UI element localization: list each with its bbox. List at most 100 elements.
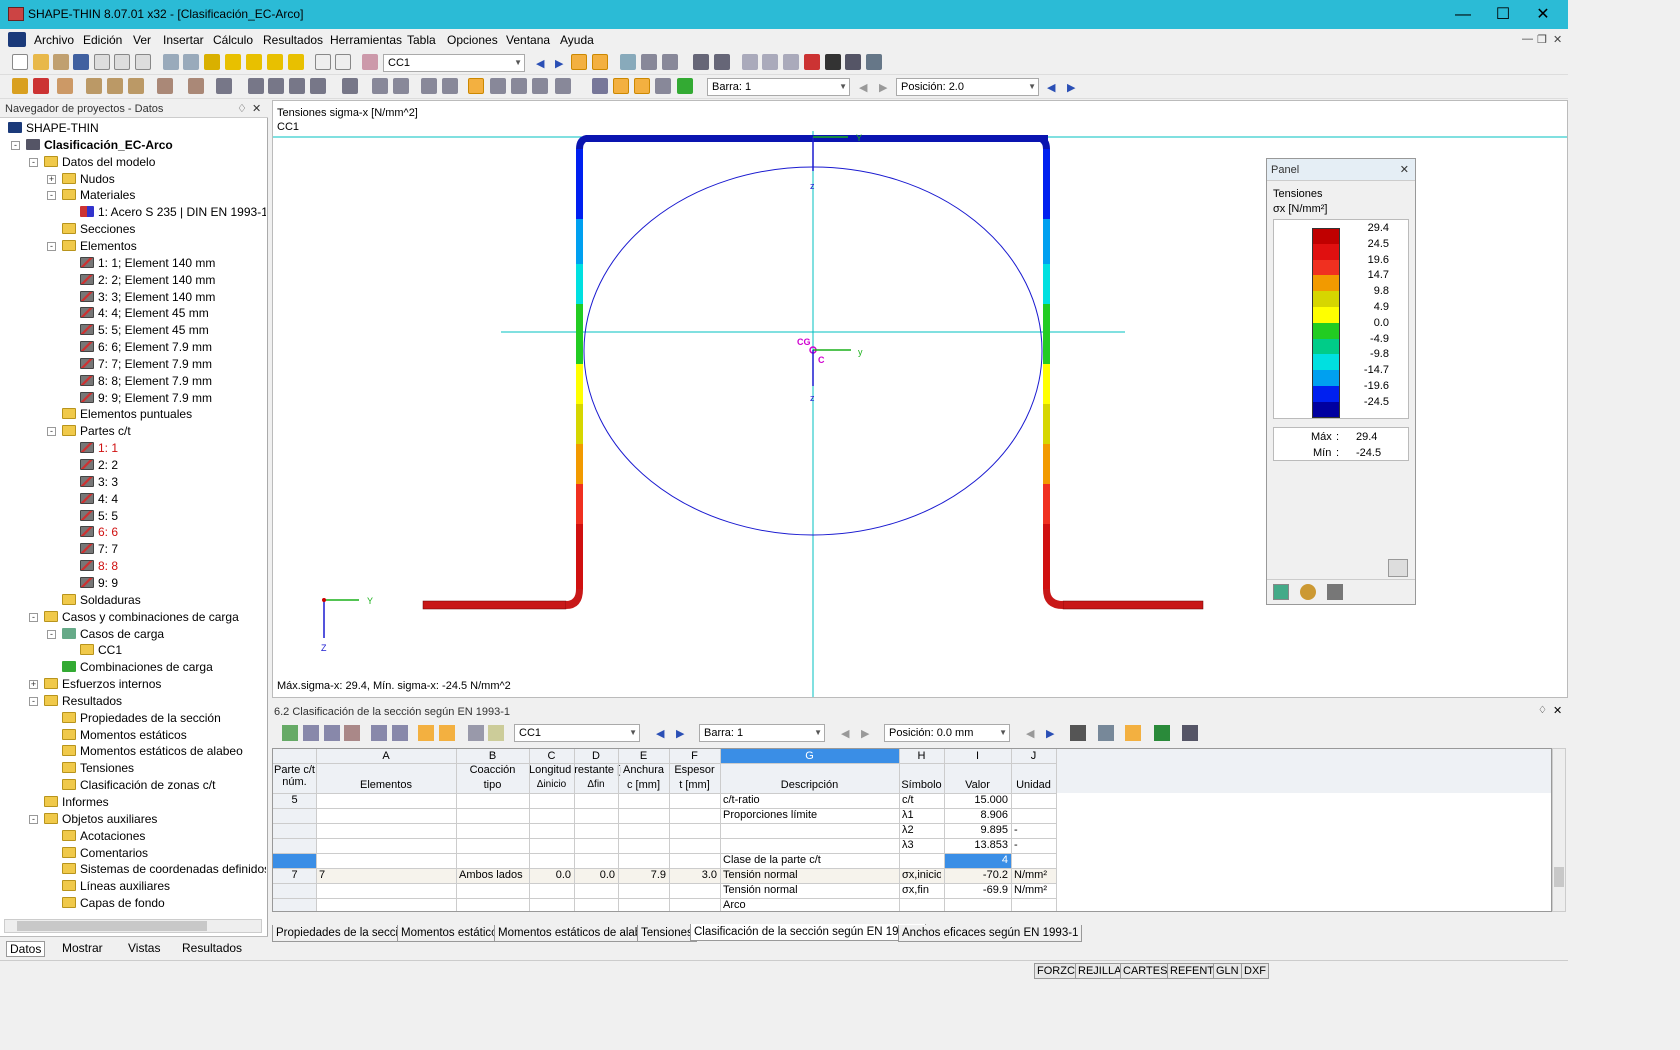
tree-item[interactable]: 2: 2; Element 140 mm: [80, 272, 215, 289]
table-cell[interactable]: Proporciones límite: [723, 809, 896, 821]
expand-toggle-icon[interactable]: -: [47, 191, 56, 201]
tab-datos[interactable]: Datos: [6, 941, 46, 957]
table-cell[interactable]: 15.000: [947, 794, 1008, 806]
table-tab[interactable]: Tensiones: [637, 925, 697, 942]
table-cell[interactable]: 0.0: [577, 869, 615, 881]
table-prev-bar-icon[interactable]: ◀: [841, 727, 849, 740]
table-cell[interactable]: Clase de la parte c/t: [723, 854, 896, 866]
print-graphic-icon[interactable]: [114, 54, 130, 70]
excel-icon[interactable]: [1154, 725, 1170, 741]
tree-item[interactable]: Secciones: [62, 221, 135, 238]
table-next-pos-icon[interactable]: ▶: [1046, 727, 1054, 740]
tree-item[interactable]: 7: 7: [80, 541, 118, 558]
table-tool-5-icon[interactable]: [371, 725, 387, 741]
expand-toggle-icon[interactable]: -: [29, 814, 38, 824]
tree-item[interactable]: 6: 6: [80, 524, 118, 541]
tree-item[interactable]: 8: 8; Element 7.9 mm: [80, 373, 212, 390]
table-cell[interactable]: 7.9: [621, 869, 666, 881]
menu-calculo[interactable]: Cálculo: [213, 33, 253, 47]
section-shape-icon[interactable]: [613, 78, 629, 94]
table-next-bar-icon[interactable]: ▶: [861, 727, 869, 740]
tree-item[interactable]: - Partes c/t: [47, 423, 131, 440]
tree-item[interactable]: 7: 7; Element 7.9 mm: [80, 356, 212, 373]
view-icon[interactable]: [620, 54, 636, 70]
menu-ayuda[interactable]: Ayuda: [560, 33, 594, 47]
table-settings-icon[interactable]: [1182, 725, 1198, 741]
tool-icon[interactable]: [57, 78, 73, 94]
mdi-close-icon[interactable]: ✕: [1553, 33, 1562, 46]
table-tool-1-icon[interactable]: [282, 725, 298, 741]
tree-item[interactable]: - Elementos: [47, 238, 137, 255]
tree-item[interactable]: Soldaduras: [62, 592, 141, 609]
table-cell[interactable]: 9.895: [947, 824, 1008, 836]
next-icon[interactable]: ▶: [555, 57, 563, 70]
prev-bar-icon[interactable]: ◀: [859, 81, 867, 94]
next-bar-icon[interactable]: ▶: [879, 81, 887, 94]
table-filter-icon[interactable]: [1098, 725, 1114, 741]
search-icon[interactable]: [225, 54, 241, 70]
table-cell[interactable]: 3.0: [672, 869, 717, 881]
menu-opciones[interactable]: Opciones: [447, 33, 498, 47]
close-navigator-icon[interactable]: ✕: [252, 100, 261, 118]
table-cell[interactable]: 7: [276, 869, 313, 881]
tree-item[interactable]: - Resultados: [29, 693, 122, 710]
panel-icon[interactable]: [634, 78, 650, 94]
status-forzc[interactable]: FORZC: [1034, 963, 1078, 979]
expand-toggle-icon[interactable]: +: [47, 174, 56, 184]
panel-close-icon[interactable]: ✕: [1400, 159, 1409, 181]
table-tool-12-icon[interactable]: [1125, 725, 1141, 741]
next-position-icon[interactable]: ▶: [1067, 81, 1075, 94]
tree-item[interactable]: Líneas auxiliares: [62, 878, 170, 895]
table-tool-11-icon[interactable]: [1070, 725, 1086, 741]
tree-item[interactable]: 1: 1; Element 140 mm: [80, 255, 215, 272]
nav-scrollbar[interactable]: [4, 919, 262, 933]
table-tab[interactable]: Propiedades de la sección: [272, 925, 415, 942]
dimension-icon[interactable]: [693, 54, 709, 70]
export-icon[interactable]: [845, 54, 861, 70]
tree-item[interactable]: Momentos estáticos de alabeo: [62, 743, 243, 760]
table-load-case-select[interactable]: CC1 ▼: [514, 724, 640, 742]
status-refent[interactable]: REFENT: [1167, 963, 1217, 979]
status-dxf[interactable]: DXF: [1241, 963, 1269, 979]
table-cell[interactable]: 4: [947, 854, 1008, 866]
sigma-v-icon[interactable]: [511, 78, 527, 94]
table-cell[interactable]: Ambos lados: [459, 869, 526, 881]
table-cell[interactable]: c/t-ratio: [723, 794, 896, 806]
tree-item[interactable]: 2: 2: [80, 457, 118, 474]
column-letter[interactable]: I: [944, 750, 1011, 762]
open-archive-icon[interactable]: [53, 54, 69, 70]
scale-tab-icon[interactable]: [1300, 584, 1316, 600]
tree-item[interactable]: - Casos y combinaciones de carga: [29, 609, 239, 626]
open-file-icon[interactable]: [33, 54, 49, 70]
settings-icon[interactable]: [866, 54, 882, 70]
table-prev-lc-icon[interactable]: ◀: [656, 727, 664, 740]
column-letter[interactable]: A: [316, 750, 456, 762]
tool-11-icon[interactable]: [310, 78, 326, 94]
tree-item[interactable]: 5: 5; Element 45 mm: [80, 322, 209, 339]
tree-item[interactable]: 8: 8: [80, 558, 118, 575]
factor-tab-icon[interactable]: [1327, 584, 1343, 600]
table-cell[interactable]: -: [1014, 824, 1053, 836]
element-icon[interactable]: [33, 78, 49, 94]
table-cell[interactable]: -70.2: [947, 869, 1008, 881]
tree-item[interactable]: - Objetos auxiliares: [29, 811, 157, 828]
column-letter[interactable]: F: [669, 750, 720, 762]
pin-icon[interactable]: ♢: [237, 100, 247, 118]
table-cell[interactable]: c/t: [902, 794, 941, 806]
scale-icon[interactable]: [655, 78, 671, 94]
legend-tab-icon[interactable]: [1273, 584, 1289, 600]
tree-item[interactable]: 3: 3: [80, 474, 118, 491]
table-cell[interactable]: 13.853: [947, 839, 1008, 851]
mdi-minimize-icon[interactable]: —: [1522, 33, 1533, 45]
undo-icon[interactable]: [163, 54, 179, 70]
tab-vistas[interactable]: Vistas: [128, 941, 160, 955]
table-cell[interactable]: λ3: [902, 839, 941, 851]
table-tool-2-icon[interactable]: [303, 725, 319, 741]
table-cell[interactable]: Arco: [723, 899, 896, 911]
tree-item[interactable]: Momentos estáticos: [62, 727, 187, 744]
table-cell[interactable]: N/mm²: [1014, 869, 1053, 881]
mdi-restore-icon[interactable]: ❐: [1537, 33, 1547, 46]
qy-icon[interactable]: [372, 78, 388, 94]
table-cell[interactable]: -: [1014, 839, 1053, 851]
tree-item[interactable]: 5: 5: [80, 508, 118, 525]
